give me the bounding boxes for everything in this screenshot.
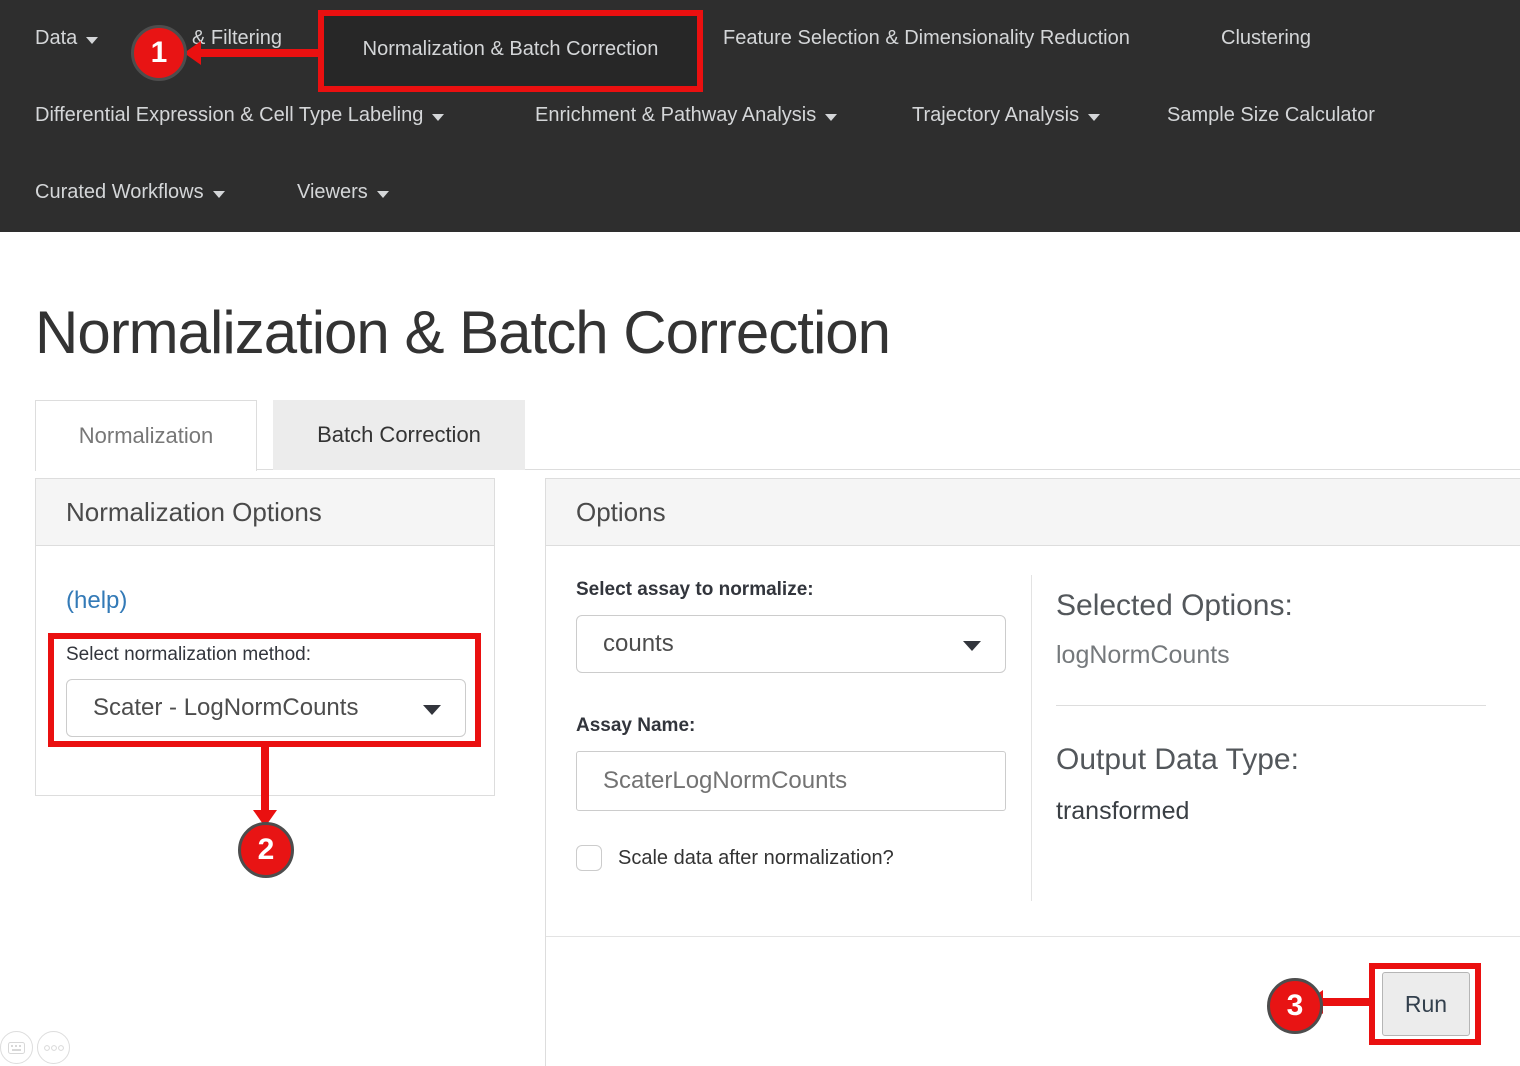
chevron-down-icon [825,114,837,121]
page-title: Normalization & Batch Correction [35,298,890,367]
assay-select[interactable]: counts [576,615,1006,673]
nav-item-label: Viewers [297,181,368,204]
scale-data-checkbox[interactable] [576,845,602,871]
panel-heading: Options [546,479,1520,546]
scale-data-checkbox-label[interactable]: Scale data after normalization? [618,847,894,870]
nav-item-viewers[interactable]: Viewers [297,154,389,231]
annotation-box-step1 [318,10,703,92]
chevron-down-icon [86,37,98,44]
more-options-button[interactable] [37,1031,70,1064]
output-data-type-label: Output Data Type: [1056,743,1299,777]
help-link[interactable]: (help) [66,587,127,615]
annotation-arrow-step2 [261,747,269,813]
chevron-down-icon [213,191,225,198]
nav-item-sample-size-calculator[interactable]: Sample Size Calculator [1167,77,1375,154]
panel-heading: Normalization Options [36,479,494,546]
assay-name-input[interactable] [576,751,1006,811]
app-root: Data & Filtering Normalization & Batch C… [0,0,1520,1066]
tab-batch-correction[interactable]: Batch Correction [273,400,525,470]
output-data-type-value: transformed [1056,797,1189,826]
annotation-step-1-badge: 1 [131,25,187,81]
nav-item-label: & Filtering [192,27,282,50]
annotation-box-step3 [1369,963,1481,1045]
tab-label: Normalization [79,423,214,449]
tab-normalization[interactable]: Normalization [35,400,257,471]
options-vertical-divider [1031,575,1032,901]
panel-footer-divider [546,936,1520,937]
annotation-box-step2 [48,633,481,747]
nav-item-feature-selection[interactable]: Feature Selection & Dimensionality Reduc… [723,0,1130,77]
assay-name-label: Assay Name: [576,715,695,737]
ellipsis-icon [44,1044,64,1052]
chevron-down-icon [432,114,444,121]
annotation-step-3-badge: 3 [1267,978,1323,1034]
nav-item-filtering[interactable]: & Filtering [192,0,282,77]
selected-options-label: Selected Options: [1056,589,1293,623]
select-value: counts [603,630,674,658]
nav-item-curated-workflows[interactable]: Curated Workflows [35,154,225,231]
nav-item-label: Differential Expression & Cell Type Labe… [35,104,423,127]
annotation-step-2-badge: 2 [238,822,294,878]
chevron-down-icon [1088,114,1100,121]
annotation-arrow-step3 [1322,998,1369,1006]
nav-item-data[interactable]: Data [35,0,98,77]
nav-item-label: Trajectory Analysis [912,104,1079,127]
top-navbar: Data & Filtering Normalization & Batch C… [0,0,1520,232]
annotation-arrow-step1 [200,49,318,57]
tab-label: Batch Correction [317,422,481,448]
selected-options-divider [1056,705,1486,706]
assay-select-label: Select assay to normalize: [576,579,814,601]
nav-item-label: Feature Selection & Dimensionality Reduc… [723,27,1130,50]
nav-item-clustering[interactable]: Clustering [1221,0,1311,77]
nav-item-label: Data [35,27,77,50]
nav-item-label: Enrichment & Pathway Analysis [535,104,816,127]
nav-item-label: Clustering [1221,27,1311,50]
keyboard-icon [8,1042,25,1054]
keyboard-shortcuts-button[interactable] [0,1031,33,1064]
panel-heading-label: Options [576,497,666,528]
chevron-down-icon [377,191,389,198]
panel-heading-label: Normalization Options [66,497,322,528]
tabbar-divider [35,469,1520,470]
nav-item-label: Curated Workflows [35,181,204,204]
nav-item-trajectory-analysis[interactable]: Trajectory Analysis [912,77,1100,154]
nav-item-label: Sample Size Calculator [1167,104,1375,127]
selected-options-value: logNormCounts [1056,641,1230,670]
chevron-down-icon [963,641,981,651]
